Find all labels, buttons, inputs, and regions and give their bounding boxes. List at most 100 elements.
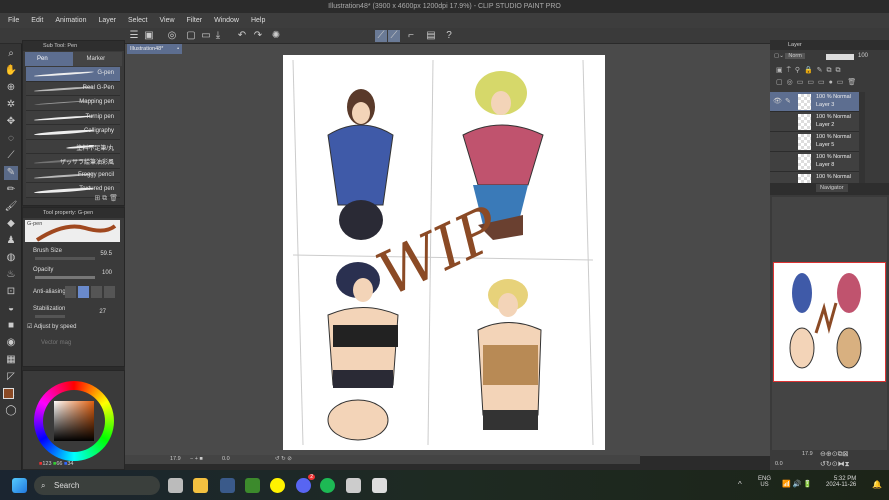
- app-icon[interactable]: [220, 478, 235, 493]
- fill-icon[interactable]: ◒: [4, 302, 18, 316]
- task-view-icon[interactable]: [168, 478, 183, 493]
- airbrush-icon[interactable]: ♟: [4, 234, 18, 248]
- rotation-value[interactable]: 0.0: [222, 455, 230, 464]
- eraser-icon[interactable]: ◆: [4, 217, 18, 231]
- discord-icon[interactable]: 2: [296, 474, 315, 493]
- stabilization-slider[interactable]: [35, 315, 65, 318]
- save-icon[interactable]: ⤓: [212, 30, 224, 42]
- file-explorer-icon[interactable]: [193, 478, 208, 493]
- brush-g-pen[interactable]: G-pen: [26, 67, 120, 82]
- decoration-icon[interactable]: ♨: [4, 268, 18, 282]
- navigator-rotate-buttons[interactable]: ↺↻⊙⧓⧗: [820, 460, 850, 469]
- navigator-view[interactable]: [772, 197, 887, 450]
- layer-blend-mode-select[interactable]: ▢⌄ Norm: [774, 53, 805, 59]
- menu-layer[interactable]: Layer: [98, 17, 116, 24]
- clip-studio-icon[interactable]: ◎: [166, 30, 178, 42]
- hand-tool-icon[interactable]: ✋: [4, 64, 18, 78]
- balloon-icon[interactable]: ◯: [4, 404, 18, 418]
- help-icon[interactable]: ?: [443, 30, 455, 42]
- menu-filter[interactable]: Filter: [187, 17, 203, 24]
- clip-studio-paint-icon[interactable]: [372, 478, 387, 493]
- pen-tool-icon[interactable]: ✎: [4, 166, 18, 180]
- layer-row[interactable]: 100 % Normal Layer 8: [770, 152, 859, 172]
- stabilization-value[interactable]: 27: [99, 309, 106, 315]
- layer-opacity-slider[interactable]: [826, 54, 854, 60]
- document-tab[interactable]: Illustration48* •: [127, 44, 182, 54]
- brush-froggy-pencil[interactable]: Froggy pencil: [26, 168, 120, 183]
- new-icon[interactable]: ▣: [143, 30, 155, 42]
- menu-edit[interactable]: Edit: [31, 17, 43, 24]
- saturation-value-square[interactable]: [54, 401, 94, 441]
- brush-calligraphy[interactable]: Calligraphy: [26, 125, 120, 140]
- material-icon[interactable]: ▤: [425, 30, 437, 42]
- rotate-icons[interactable]: ↺ ↻ ⊘: [275, 455, 292, 464]
- brush-real-g-pen[interactable]: Real G-Pen: [26, 81, 120, 96]
- opacity-slider[interactable]: [35, 276, 95, 279]
- eyedropper-icon[interactable]: ⟋: [4, 149, 18, 163]
- menu-icon[interactable]: ☰: [128, 30, 140, 42]
- zoom-tool-icon[interactable]: ⌕: [4, 47, 18, 61]
- operation-tool-icon[interactable]: ⊕: [4, 81, 18, 95]
- tab-pen[interactable]: Pen: [25, 52, 73, 66]
- menu-help[interactable]: Help: [251, 17, 265, 24]
- navigator-rotation-value[interactable]: 0.0: [775, 461, 783, 467]
- undo-icon[interactable]: ↶: [236, 30, 248, 42]
- layer-row[interactable]: 👁 ✎ 100 % Normal Layer 3: [770, 92, 859, 112]
- navigator-zoom-value[interactable]: 17.9: [802, 451, 813, 457]
- tab-marker[interactable]: Marker: [72, 52, 122, 66]
- layer-opacity-value[interactable]: 100: [858, 53, 868, 59]
- tab-navigator[interactable]: Navigator: [816, 184, 848, 192]
- brush-size-slider[interactable]: [35, 257, 95, 260]
- panel-icon[interactable]: ▦: [4, 353, 18, 367]
- menu-select[interactable]: Select: [128, 17, 147, 24]
- hue-ring[interactable]: [34, 381, 114, 461]
- zoom-buttons[interactable]: − + ■: [190, 455, 203, 464]
- adjust-speed-checkbox[interactable]: ☑ Adjust by speed: [27, 323, 76, 330]
- menu-file[interactable]: File: [8, 17, 19, 24]
- layer-tools-icons[interactable]: ▣⍑⚲🔒✎⧉⧉: [776, 66, 845, 75]
- main-color-swatch[interactable]: [3, 388, 14, 399]
- clock[interactable]: 5:32 PM 2024-11-26: [826, 476, 856, 488]
- language-indicator[interactable]: ENG US: [758, 476, 771, 488]
- snap-special-ruler-icon[interactable]: ⟋: [388, 30, 400, 42]
- redo-icon[interactable]: ↷: [252, 30, 264, 42]
- tray-chevron-icon[interactable]: ^: [738, 480, 742, 489]
- opacity-value[interactable]: 100: [102, 270, 112, 276]
- windows-start-icon[interactable]: [12, 478, 27, 493]
- brush-size-value[interactable]: 59.5: [100, 251, 112, 257]
- brush-turnip-pen[interactable]: Turnip pen: [26, 110, 120, 125]
- ruler-icon[interactable]: ◸: [4, 370, 18, 384]
- brush-oil-rough[interactable]: ザッサラ絵筆油彩風: [26, 154, 120, 169]
- frame-icon[interactable]: ⊡: [4, 285, 18, 299]
- clip-studio-launcher-icon[interactable]: [346, 478, 361, 493]
- layer-row[interactable]: 100 % Normal Layer 2: [770, 112, 859, 132]
- auto-select-icon[interactable]: ✲: [4, 98, 18, 112]
- subtool-actions-icons[interactable]: ⊞ ⧉ 🗑: [94, 194, 118, 203]
- blend-icon[interactable]: ◍: [4, 251, 18, 265]
- menu-animation[interactable]: Animation: [55, 17, 86, 24]
- snap-ruler-icon[interactable]: ⟋: [375, 30, 387, 42]
- gradient-icon[interactable]: ■: [4, 319, 18, 333]
- layer-scrollbar[interactable]: [859, 92, 865, 192]
- navigator-zoom-buttons[interactable]: ⊖⊕⊙⧉⊠: [820, 450, 848, 459]
- clear-icon[interactable]: ✺: [270, 30, 282, 42]
- minecraft-icon[interactable]: [245, 478, 260, 493]
- contour-icon[interactable]: ◉: [4, 336, 18, 350]
- menu-view[interactable]: View: [159, 17, 174, 24]
- layer-row[interactable]: 100 % Normal Layer 5: [770, 132, 859, 152]
- artwork-canvas[interactable]: WIP: [283, 55, 605, 450]
- pencil-icon[interactable]: ✏: [4, 183, 18, 197]
- move-icon[interactable]: ✥: [4, 115, 18, 129]
- spotify-icon[interactable]: [320, 478, 335, 493]
- tab-layer[interactable]: Layer: [770, 40, 889, 50]
- brush-icon[interactable]: 🖌: [4, 200, 18, 214]
- brush-mapping-pen[interactable]: Mapping pen: [26, 96, 120, 111]
- snap-grid-icon[interactable]: ⌐: [405, 30, 417, 42]
- notification-icon[interactable]: 🔔: [872, 480, 882, 489]
- brush-paint-shortage[interactable]: 塗料不足筆/丸: [26, 139, 120, 154]
- snapchat-icon[interactable]: [270, 478, 285, 493]
- open-icon[interactable]: ▭: [200, 30, 212, 42]
- lasso-icon[interactable]: ◌: [4, 132, 18, 146]
- taskbar-search[interactable]: ⌕ Search: [34, 476, 160, 495]
- new-file-icon[interactable]: ▢: [185, 30, 197, 42]
